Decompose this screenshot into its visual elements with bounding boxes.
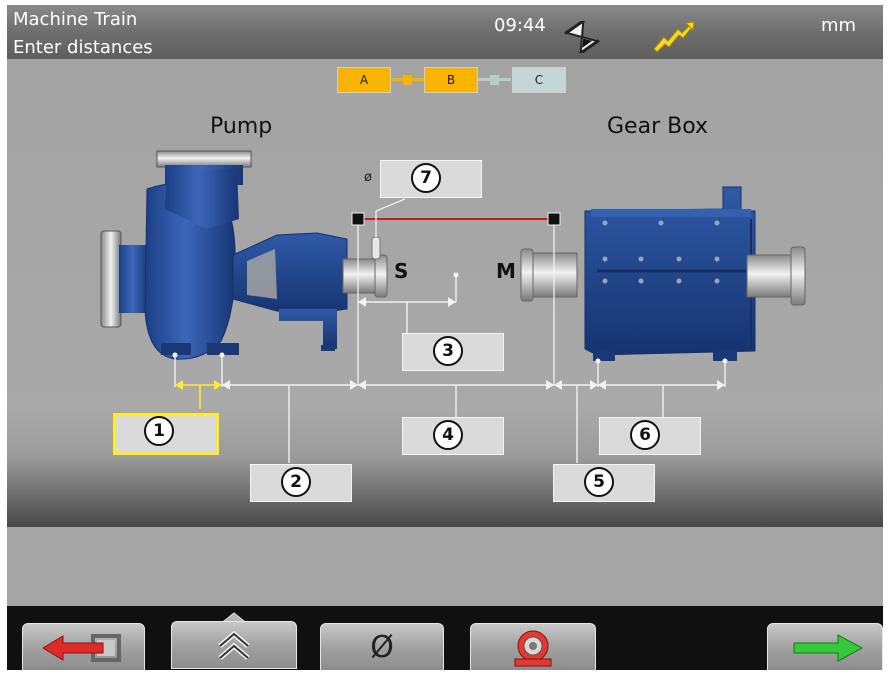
field-number-4: 4	[433, 420, 463, 450]
machine-icon	[514, 630, 552, 667]
sensor-m-label: M	[496, 259, 516, 283]
field-number-1: 1	[144, 416, 174, 446]
double-chevron-up-icon	[218, 630, 250, 660]
distance-field-4[interactable]: 4	[402, 417, 504, 455]
unit-label: mm	[821, 15, 857, 36]
up-menu-button[interactable]	[171, 621, 297, 669]
field-number-5: 5	[584, 467, 614, 497]
diameter-button-label: Ø	[370, 630, 394, 665]
distance-field-6[interactable]: 6	[599, 417, 701, 455]
diameter-symbol: ø	[364, 170, 372, 185]
next-button[interactable]	[767, 623, 883, 670]
header-bar: Machine Train Enter distances 09:44 mm	[7, 5, 883, 59]
bottom-toolbar: Ø	[7, 606, 883, 670]
field-number-7: 7	[411, 163, 441, 193]
machine-train-area: A B C Pump Gear Box ø S M 1 2 3 4 5 6 7	[7, 59, 883, 527]
clock-time: 09:44	[494, 15, 546, 36]
back-button[interactable]	[22, 623, 145, 670]
machine-properties-button[interactable]	[470, 623, 596, 670]
distance-field-5[interactable]: 5	[553, 464, 655, 502]
sensor-s-label: S	[394, 259, 409, 283]
arrow-right-icon	[793, 634, 864, 662]
screen: Machine Train Enter distances 09:44 mm A…	[7, 5, 883, 670]
page-title: Machine Train	[13, 9, 138, 30]
distance-field-1[interactable]: 1	[113, 413, 219, 455]
field-number-2: 2	[281, 467, 311, 497]
diameter-field-7[interactable]: 7	[380, 160, 482, 198]
pump-machine	[100, 150, 388, 360]
dimension-1-highlight	[175, 380, 222, 409]
field-number-3: 3	[433, 336, 463, 366]
field-number-6: 6	[630, 420, 660, 450]
gearbox-machine	[520, 186, 806, 361]
distance-field-2[interactable]: 2	[250, 464, 352, 502]
diameter-button[interactable]: Ø	[320, 623, 444, 670]
hourglass-icon	[564, 21, 600, 53]
arrow-left-icon	[42, 634, 121, 662]
machine-train-drawing	[100, 150, 806, 463]
distance-field-3[interactable]: 3	[402, 333, 504, 371]
page-subtitle: Enter distances	[13, 37, 153, 58]
battery-charging-icon	[653, 21, 695, 53]
